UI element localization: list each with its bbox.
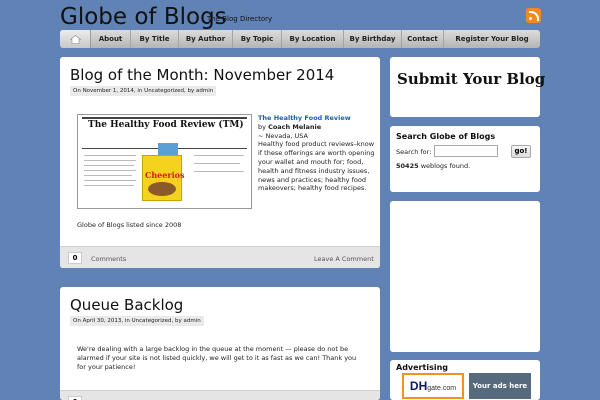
comment-count[interactable]: 0 [68,396,82,400]
post-blog-of-the-month: Blog of the Month: November 2014 On Nove… [60,57,380,268]
home-icon [69,34,81,44]
search-go-button[interactable]: go! [511,145,531,158]
nav-by-location[interactable]: By Location [282,30,344,48]
search-input[interactable] [434,145,498,157]
post-body: We're dealing with a large backlog in th… [77,345,357,371]
blog-description: Healthy food product reviews–know if the… [258,140,375,193]
site-title[interactable]: Globe of Blogs [60,4,227,30]
post-footer: 0 Comments Leave A Comment [60,246,380,268]
nav-by-topic[interactable]: By Topic [233,30,282,48]
post-title[interactable]: Blog of the Month: November 2014 [70,66,334,84]
nav-about[interactable]: About [91,30,131,48]
submit-blog-widget[interactable]: Submit Your Blog [390,57,545,117]
blog-name-link[interactable]: The Healthy Food Review [258,114,378,123]
advertising-heading: Advertising [396,363,448,372]
comment-count[interactable]: 0 [68,252,82,264]
comments-link[interactable]: Comments [91,255,126,263]
listed-since: Globe of Blogs listed since 2008 [77,221,182,229]
nav-home-button[interactable] [60,30,91,48]
dhgate-ad[interactable]: DHgate.com [402,373,464,399]
submit-blog-link[interactable]: Submit Your Blog [397,70,545,88]
nav-by-title[interactable]: By Title [131,30,179,48]
site-tagline: The Blog Directory [207,15,273,23]
blog-location: ~ Nevada, USA [258,131,308,140]
nav-by-author[interactable]: By Author [179,30,233,48]
post-queue-backlog: Queue Backlog On April 30, 2013, in Unca… [60,287,380,400]
blog-count: 50425 weblogs found. [396,162,471,170]
thumbnail-title: The Healthy Food Review (TM) [88,120,244,130]
main-nav: About By Title By Author By Topic By Loc… [60,30,540,48]
post-footer: 0 [60,390,380,400]
blog-author: Coach Melanie [268,122,322,131]
search-widget: Search Globe of Blogs Search for: go! 50… [390,126,540,192]
post-title[interactable]: Queue Backlog [70,296,183,314]
nav-by-birthday[interactable]: By Birthday [344,30,402,48]
post-meta: On November 1, 2014, in Uncategorized, b… [70,86,217,96]
nav-contact[interactable]: Contact [402,30,444,48]
rss-feed-icon[interactable] [526,8,541,23]
blog-blurb: The Healthy Food Review by Coach Melanie… [258,114,378,193]
search-label: Search for: [396,148,432,156]
cereal-brand: Cheerios [145,170,185,180]
leave-comment-link[interactable]: Leave A Comment [314,255,374,263]
blog-thumbnail[interactable]: The Healthy Food Review (TM) Cheerios [77,114,252,209]
thumbnail-rule [82,117,247,119]
post-meta: On April 30, 2013, in Uncategorized, by … [70,316,204,326]
your-ads-here[interactable]: Your ads here [469,373,531,399]
search-heading: Search Globe of Blogs [396,132,496,141]
sidebar-blank-widget [390,201,540,352]
nav-register-blog[interactable]: Register Your Blog [444,30,540,48]
cereal-box-image: Cheerios [142,155,185,201]
advertising-widget: Advertising DHgate.com Your ads here [390,360,540,400]
